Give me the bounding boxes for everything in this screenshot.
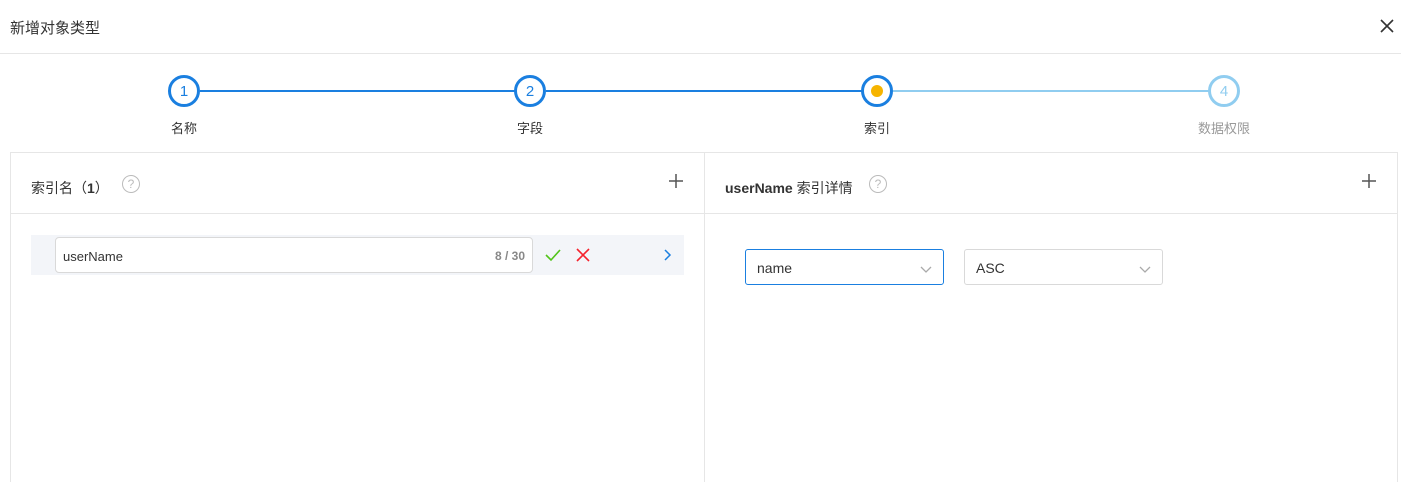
plus-icon[interactable] (1359, 171, 1379, 191)
help-icon[interactable]: ? (122, 175, 140, 193)
chevron-down-icon (1139, 262, 1151, 274)
index-list-title-text: 索引名（ (31, 180, 87, 196)
index-name-value: userName (63, 249, 123, 264)
dialog-title: 新增对象类型 (10, 20, 101, 37)
order-select-value: ASC (976, 260, 1005, 276)
step-2-number: 2 (525, 82, 535, 100)
cross-icon[interactable] (574, 246, 592, 269)
field-select[interactable]: name (745, 249, 944, 285)
index-detail-title-text: 索引详情 (792, 180, 853, 196)
order-select[interactable]: ASC (964, 249, 1163, 285)
step-3-circle[interactable] (861, 75, 893, 107)
chevron-down-icon (920, 262, 932, 274)
step-4-number: 4 (1219, 82, 1229, 100)
step-1-circle[interactable]: 1 (168, 75, 200, 107)
steps-bar: 1 名称 2 字段 索引 4 数据权限 (0, 60, 1401, 145)
help-icon[interactable]: ? (869, 175, 887, 193)
index-row[interactable]: userName 8 / 30 (31, 235, 684, 275)
index-list-title-suffix: ） (94, 180, 109, 196)
dialog-header: 新增对象类型 (0, 0, 1401, 54)
step-3-label: 索引 (863, 121, 891, 136)
step-connector (200, 90, 516, 92)
index-list-header: 索引名（1） ? (11, 153, 704, 214)
index-name-input[interactable]: userName 8 / 30 (55, 237, 533, 273)
plus-icon[interactable] (666, 171, 686, 191)
index-count: 1 (87, 180, 95, 196)
step-connector (893, 90, 1210, 92)
step-1-label: 名称 (170, 121, 198, 136)
current-step-dot (871, 85, 883, 97)
step-1-number: 1 (179, 82, 189, 100)
field-select-value: name (757, 260, 793, 276)
index-list-panel: 索引名（1） ? userName 8 / 30 (10, 152, 705, 482)
index-detail-header: userName 索引详情 ? (705, 153, 1397, 214)
index-detail-title: userName 索引详情 (725, 178, 853, 198)
step-4-circle[interactable]: 4 (1208, 75, 1240, 107)
step-2-label: 字段 (516, 121, 544, 136)
step-2-circle[interactable]: 2 (514, 75, 546, 107)
step-4-label: 数据权限 (1197, 121, 1251, 136)
check-icon[interactable] (544, 246, 562, 269)
step-connector (546, 90, 863, 92)
index-list-title: 索引名（1） (31, 178, 109, 198)
index-detail-title-name: userName (725, 180, 793, 196)
index-detail-panel: userName 索引详情 ? name ASC (704, 152, 1398, 482)
close-icon[interactable] (1377, 16, 1397, 36)
chevron-right-icon[interactable] (663, 248, 673, 267)
char-counter: 8 / 30 (494, 249, 525, 263)
